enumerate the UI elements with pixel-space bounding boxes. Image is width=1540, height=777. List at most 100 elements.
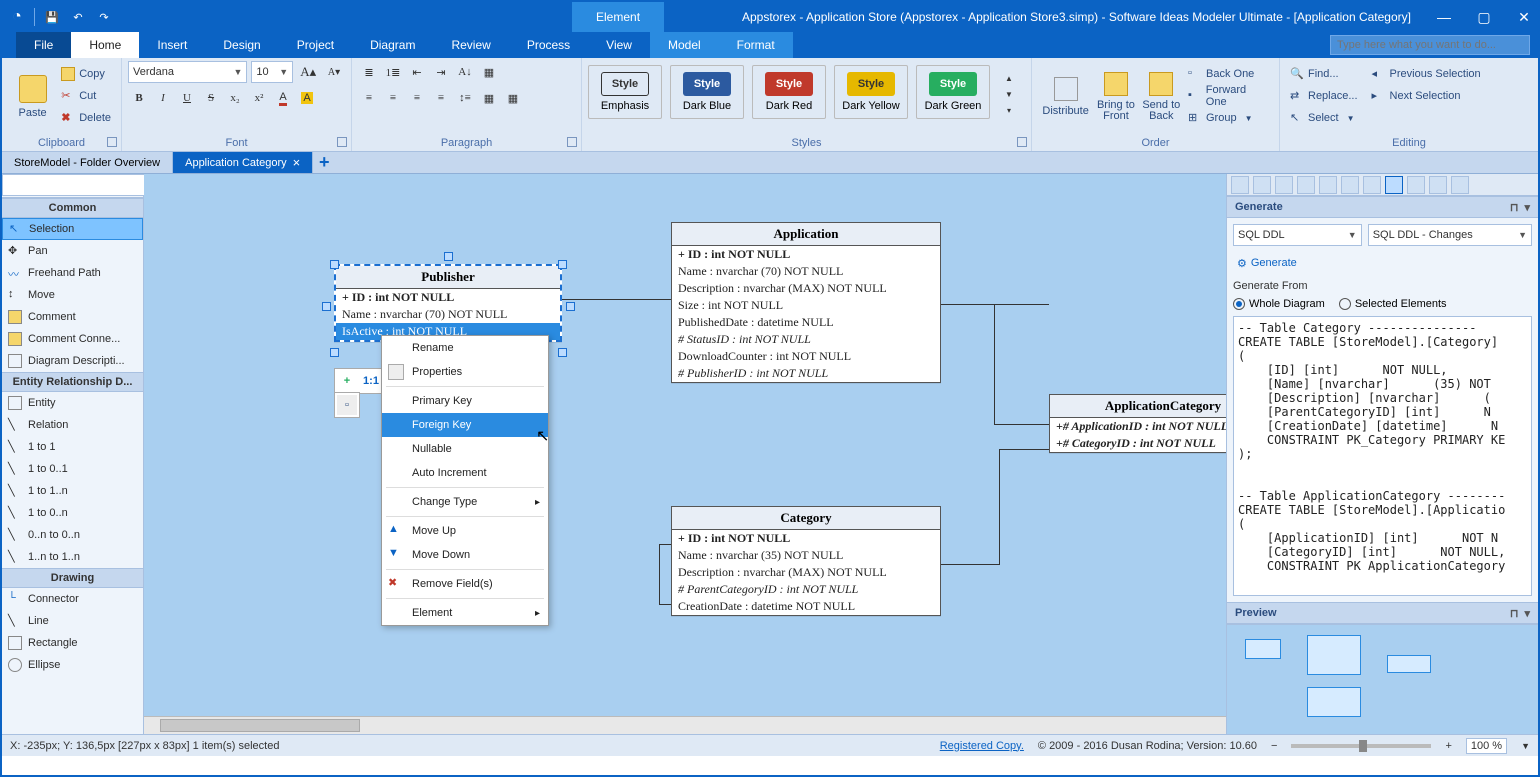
quick-relation-label[interactable]: 1:1: [361, 371, 381, 391]
scrollbar-thumb[interactable]: [160, 719, 360, 732]
line-spacing-button[interactable]: ↕≡: [454, 87, 476, 109]
panel-tool-icon[interactable]: [1407, 176, 1425, 194]
resize-handle[interactable]: [330, 348, 339, 357]
relation-line[interactable]: [994, 304, 995, 424]
horizontal-scrollbar[interactable]: [144, 716, 1226, 734]
relation-line[interactable]: [659, 544, 671, 545]
dialog-launcher-icon[interactable]: [567, 137, 577, 147]
styles-up-button[interactable]: ▲: [998, 71, 1020, 85]
maximize-button[interactable]: ▢: [1474, 9, 1494, 26]
tab-format[interactable]: Format: [719, 32, 793, 58]
add-tab-button[interactable]: +: [313, 152, 335, 173]
bring-front-button[interactable]: Bring to Front: [1093, 61, 1138, 133]
tool-selection[interactable]: ↖Selection: [2, 218, 143, 240]
tool-relation[interactable]: ╲Relation: [2, 414, 143, 436]
resize-handle[interactable]: [330, 260, 339, 269]
tool-connector[interactable]: └Connector: [2, 588, 143, 610]
align-left-button[interactable]: ≡: [358, 87, 380, 109]
tool-1to1n[interactable]: ╲1 to 1..n: [2, 480, 143, 502]
relation-line[interactable]: [999, 449, 1049, 450]
font-size-combo[interactable]: 10▼: [251, 61, 293, 83]
sort-button[interactable]: A↓: [454, 61, 476, 83]
dialog-launcher-icon[interactable]: [1017, 137, 1027, 147]
style-darkyellow[interactable]: StyleDark Yellow: [834, 65, 908, 119]
subscript-button[interactable]: x₂: [224, 87, 246, 109]
tool-comment-connector[interactable]: Comment Conne...: [2, 328, 143, 350]
zoom-thumb[interactable]: [1359, 740, 1367, 752]
tool-rectangle[interactable]: Rectangle: [2, 632, 143, 654]
entity-category[interactable]: Category + ID : int NOT NULL Name : nvar…: [671, 506, 941, 616]
resize-handle[interactable]: [558, 348, 567, 357]
dialog-launcher-icon[interactable]: [107, 137, 117, 147]
entity-field[interactable]: Name : nvarchar (70) NOT NULL: [336, 306, 560, 323]
panel-tool-icon[interactable]: [1341, 176, 1359, 194]
next-selection-button[interactable]: ▸Next Selection: [1368, 85, 1485, 107]
generate-panel-header[interactable]: Generate⊓▾: [1227, 196, 1538, 218]
outdent-button[interactable]: ⇤: [406, 61, 428, 83]
save-icon[interactable]: 💾: [43, 8, 61, 26]
italic-button[interactable]: I: [152, 87, 174, 109]
tool-ellipse[interactable]: Ellipse: [2, 654, 143, 676]
minimize-button[interactable]: —: [1434, 9, 1454, 25]
undo-icon[interactable]: ↶: [69, 8, 87, 26]
relation-line[interactable]: [659, 604, 671, 605]
entity-field[interactable]: PublishedDate : datetime NULL: [672, 314, 940, 331]
diagram-canvas[interactable]: Publisher + ID : int NOT NULL Name : nva…: [144, 174, 1226, 716]
zoom-dropdown-icon[interactable]: ▼: [1521, 741, 1530, 751]
radio-whole-diagram[interactable]: Whole Diagram: [1233, 298, 1325, 310]
tool-0nto0n[interactable]: ╲0..n to 0..n: [2, 524, 143, 546]
select-button[interactable]: ↖Select▼: [1286, 107, 1362, 129]
font-color-button[interactable]: A: [272, 87, 294, 109]
entity-field[interactable]: + ID : int NOT NULL: [672, 530, 940, 547]
relation-line[interactable]: [994, 424, 1049, 425]
preview-panel-header[interactable]: Preview⊓▾: [1227, 602, 1538, 624]
relation-line[interactable]: [939, 564, 999, 565]
close-panel-icon[interactable]: ▾: [1524, 607, 1530, 620]
close-button[interactable]: ✕: [1514, 9, 1534, 26]
output-mode-combo[interactable]: SQL DDL - Changes▼: [1368, 224, 1532, 246]
tab-process[interactable]: Process: [509, 32, 588, 58]
cut-button[interactable]: ✂Cut: [57, 85, 115, 107]
forward-one-button[interactable]: ▪Forward One: [1184, 85, 1273, 107]
zoom-in-button[interactable]: +: [1445, 740, 1451, 752]
prev-selection-button[interactable]: ◂Previous Selection: [1368, 63, 1485, 85]
pin-icon[interactable]: ⊓: [1510, 607, 1519, 620]
align-justify-button[interactable]: ≡: [430, 87, 452, 109]
entity-publisher[interactable]: Publisher + ID : int NOT NULL Name : nva…: [334, 264, 562, 342]
send-back-button[interactable]: Send to Back: [1139, 61, 1184, 133]
tab-project[interactable]: Project: [279, 32, 352, 58]
entity-field[interactable]: Name : nvarchar (35) NOT NULL: [672, 547, 940, 564]
find-button[interactable]: 🔍Find...: [1286, 63, 1362, 85]
entity-application-category[interactable]: ApplicationCategory +# ApplicationID : i…: [1049, 394, 1226, 453]
tool-diagram-desc[interactable]: Diagram Descripti...: [2, 350, 143, 372]
bold-button[interactable]: B: [128, 87, 150, 109]
copy-button[interactable]: Copy: [57, 63, 115, 85]
panel-tool-icon[interactable]: [1319, 176, 1337, 194]
numbering-button[interactable]: 1≣: [382, 61, 404, 83]
style-darkgreen[interactable]: StyleDark Green: [916, 65, 990, 119]
tool-entity[interactable]: Entity: [2, 392, 143, 414]
tool-freehand[interactable]: 〰Freehand Path: [2, 262, 143, 284]
entity-field[interactable]: + ID : int NOT NULL: [336, 289, 560, 306]
panel-tool-icon[interactable]: [1231, 176, 1249, 194]
zoom-slider[interactable]: [1291, 744, 1431, 748]
paste-button[interactable]: Paste: [8, 61, 57, 133]
menu-element[interactable]: Element▸: [382, 601, 548, 625]
highlight-button[interactable]: A: [296, 87, 318, 109]
border-button[interactable]: ▦: [478, 61, 500, 83]
registered-copy-link[interactable]: Registered Copy.: [940, 740, 1024, 752]
relation-line[interactable]: [659, 544, 660, 604]
pin-icon[interactable]: ⊓: [1510, 201, 1519, 214]
style-darkblue[interactable]: StyleDark Blue: [670, 65, 744, 119]
preview-panel-body[interactable]: [1227, 624, 1538, 734]
quick-more-button[interactable]: ▫: [337, 395, 357, 415]
toolbox-header-drawing[interactable]: Drawing: [2, 568, 143, 588]
align-right-button[interactable]: ≡: [406, 87, 428, 109]
panel-tool-icon[interactable]: [1363, 176, 1381, 194]
toolbox-header-erd[interactable]: Entity Relationship D...: [2, 372, 143, 392]
toolbox-search-input[interactable]: [2, 174, 154, 196]
group-button[interactable]: ⊞Group▼: [1184, 107, 1273, 129]
tool-move[interactable]: ↕Move: [2, 284, 143, 306]
toolbox-header-common[interactable]: Common: [2, 198, 143, 218]
entity-field[interactable]: +# CategoryID : int NOT NULL: [1050, 435, 1226, 452]
